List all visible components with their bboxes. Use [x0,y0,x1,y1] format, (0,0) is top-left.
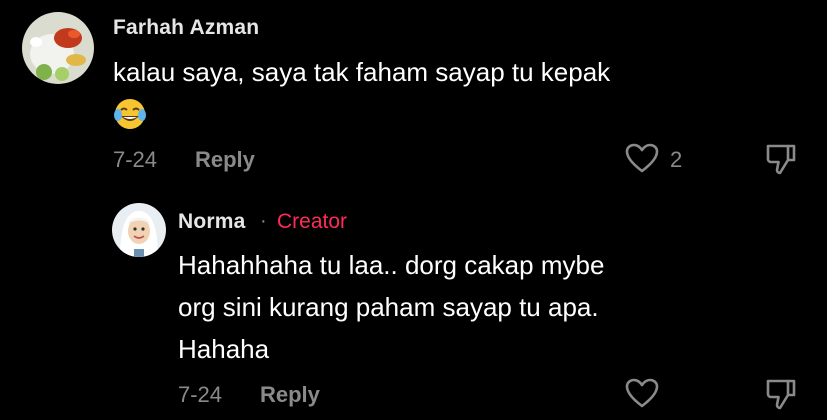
reply-username[interactable]: Norma [178,210,246,234]
like-count: 2 [670,147,683,172]
comment-text: kalau saya, saya tak faham sayap tu kepa… [113,57,611,87]
face-with-tears-of-joy-icon [113,97,147,131]
separator-dot: · [260,210,267,232]
avatar-norma[interactable] [112,203,166,257]
reply-button[interactable]: Reply [195,147,255,173]
comment-date: 7-24 [113,147,158,172]
comment-username[interactable]: Farhah Azman [113,16,259,40]
reply-text-line-2: org sini kurang paham sayap tu apa. [178,292,599,322]
reply-reply-button[interactable]: Reply [260,382,320,408]
reply-text-line-1: Hahahhaha tu laa.. dorg cakap mybe [178,250,605,280]
thumbs-down-icon[interactable] [764,142,798,176]
heart-outline-icon[interactable] [624,142,660,174]
thumbs-down-icon[interactable] [764,377,798,411]
heart-outline-icon[interactable] [624,377,660,409]
avatar-farhah[interactable] [22,12,94,84]
reply-text-line-3: Hahaha [178,334,270,364]
creator-badge: Creator [277,210,348,233]
reply-date: 7-24 [178,382,223,407]
